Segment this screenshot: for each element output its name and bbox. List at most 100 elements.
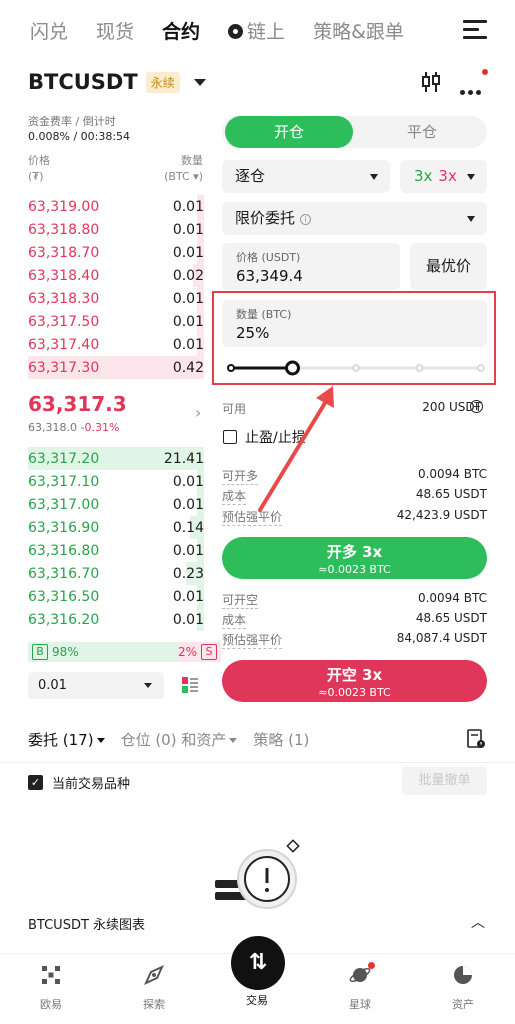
ask-price: 63,319.00 [28, 198, 100, 215]
cancel-all-button[interactable]: 批量撤单 [402, 767, 487, 795]
info-icon[interactable]: i [300, 214, 312, 225]
top-tabs: 闪兑 现货 合约 链上 策略&跟单 [0, 0, 515, 60]
annotation-arrow [258, 386, 334, 512]
pie-chart-icon [454, 966, 472, 984]
long-liq-value: 42,423.9 USDT [396, 508, 487, 522]
nav-planet[interactable]: 星球 [320, 954, 400, 1012]
sell-letter: S [201, 644, 218, 660]
ask-row[interactable]: 63,319.00 0.01 [28, 195, 204, 218]
nav-okx-label: 欧易 [40, 998, 62, 1011]
bid-qty: 0.01 [172, 542, 204, 559]
orderbook-qty-header[interactable]: 数量 (BTC ▾) [164, 153, 203, 185]
ask-row[interactable]: 63,318.30 0.01 [28, 287, 204, 310]
sell-ratio-value: 2% [178, 645, 198, 659]
open-tab[interactable]: 开仓 [225, 116, 353, 148]
price-value: 63,349.4 [236, 267, 303, 285]
nav-planet-label: 星球 [349, 998, 371, 1011]
nav-assets-label: 资产 [452, 998, 474, 1011]
precision-select[interactable]: 0.01 [28, 672, 164, 699]
price-label: 价格 (USDT) [236, 251, 301, 264]
tpsl-checkbox[interactable] [223, 430, 237, 444]
bid-row[interactable]: 63,317.10 0.01 [28, 470, 204, 493]
ball-icon [228, 23, 244, 39]
tab-orders[interactable]: 委托 (17) [28, 729, 105, 750]
caret-down-icon [144, 683, 152, 688]
tab-spot[interactable]: 现货 [96, 17, 134, 44]
order-type-select[interactable]: 限价委托 i [222, 202, 487, 235]
open-short-button[interactable]: 开空 3x ≈0.0023 BTC [222, 660, 487, 702]
close-tab[interactable]: 平仓 [357, 116, 487, 148]
open-long-sub: ≈0.0023 BTC [318, 563, 391, 576]
bid-price: 63,316.90 [28, 519, 100, 536]
best-price-button[interactable]: 最优价 [410, 243, 487, 290]
tab-futures[interactable]: 合约 [162, 17, 200, 44]
bid-qty: 0.14 [172, 519, 204, 536]
chart-toggle-label[interactable]: BTCUSDT 永续图表 [28, 914, 145, 933]
ask-row[interactable]: 63,317.50 0.01 [28, 310, 204, 333]
tab-strategy[interactable]: 策略&跟单 [313, 17, 404, 44]
ask-row[interactable]: 63,318.40 0.02 [28, 264, 204, 287]
bid-row[interactable]: 63,316.50 0.01 [28, 585, 204, 608]
buy-sell-ratio: B 98% 2% S [28, 642, 222, 662]
long-cost-value: 48.65 USDT [415, 487, 487, 501]
tab-strategies[interactable]: 策略 (1) [253, 729, 309, 750]
trade-icon[interactable]: ⇅ [231, 936, 285, 990]
bid-row[interactable]: 63,316.80 0.01 [28, 539, 204, 562]
price-change: -0.31% [80, 421, 120, 434]
menu-icon[interactable] [463, 20, 487, 40]
price-input[interactable]: 价格 (USDT) 63,349.4 [222, 243, 400, 290]
orderbook-layout-icon[interactable] [181, 676, 199, 694]
bid-qty: 0.01 [172, 588, 204, 605]
bid-row[interactable]: 63,316.20 0.01 [28, 608, 204, 631]
bid-price: 63,316.70 [28, 565, 100, 582]
order-history-icon[interactable] [466, 729, 486, 749]
long-can-open-value: 0.0094 BTC [417, 467, 487, 481]
tab-onchain[interactable]: 链上 [228, 17, 285, 44]
nav-assets[interactable]: 资产 [423, 954, 503, 1012]
tab-flash-swap[interactable]: 闪兑 [30, 17, 68, 44]
ask-qty: 0.01 [172, 313, 204, 330]
bid-qty: 0.23 [172, 565, 204, 582]
ask-qty: 0.01 [172, 244, 204, 261]
checkbox-checked-icon[interactable]: ✓ [28, 775, 43, 790]
compass-icon [143, 964, 165, 986]
transfer-plus-icon[interactable]: + [470, 400, 483, 413]
bid-row[interactable]: 63,316.70 0.23 [28, 562, 204, 585]
precision-value: 0.01 [38, 678, 67, 693]
ask-row[interactable]: 63,318.70 0.01 [28, 241, 204, 264]
qty-header-unit: (BTC ▾) [164, 170, 203, 183]
ask-price: 63,317.30 [28, 359, 100, 376]
margin-mode-select[interactable]: 逐仓 [222, 160, 390, 193]
bid-row[interactable]: 63,316.90 0.14 [28, 516, 204, 539]
ask-qty: 0.01 [172, 336, 204, 353]
buy-letter: B [32, 644, 48, 660]
bid-qty: 0.01 [172, 496, 204, 513]
tab-positions[interactable]: 仓位 (0) 和资产 [121, 729, 238, 750]
ask-price: 63,318.30 [28, 290, 100, 307]
ask-qty: 0.02 [172, 267, 204, 284]
chevron-right-icon[interactable]: › [195, 403, 201, 422]
ask-qty: 0.42 [172, 359, 204, 376]
mark-price-line: 63,318.0 -0.31% [28, 421, 119, 434]
ask-row[interactable]: 63,318.80 0.01 [28, 218, 204, 241]
perpetual-badge: 永续 [145, 71, 180, 93]
leverage-select[interactable]: 3x 3x [400, 160, 487, 193]
open-long-button[interactable]: 开多 3x ≈0.0023 BTC [222, 537, 487, 579]
buy-ratio-value: 98% [52, 645, 79, 659]
bid-row[interactable]: 63,317.00 0.01 [28, 493, 204, 516]
nav-explore[interactable]: 探索 [114, 954, 194, 1012]
leverage-long: 3x [414, 167, 433, 185]
orderbook-price-header: 价格 (₮) [28, 153, 50, 185]
candlestick-icon[interactable] [419, 70, 443, 94]
divider [0, 762, 515, 763]
ask-row[interactable]: 63,317.30 0.42 [28, 356, 204, 379]
chevron-up-icon[interactable]: ︿ [471, 912, 485, 932]
bid-row[interactable]: 63,317.20 21.41 [28, 447, 204, 470]
bid-price: 63,316.20 [28, 611, 100, 628]
ask-row[interactable]: 63,317.40 0.01 [28, 333, 204, 356]
instrument-selector[interactable]: BTCUSDT 永续 [28, 70, 206, 94]
nav-okx[interactable]: 欧易 [11, 954, 91, 1012]
more-icon[interactable] [460, 80, 484, 99]
current-symbol-filter[interactable]: ✓ 当前交易品种 [28, 773, 130, 792]
tab-orders-label: 委托 (17) [28, 731, 94, 749]
